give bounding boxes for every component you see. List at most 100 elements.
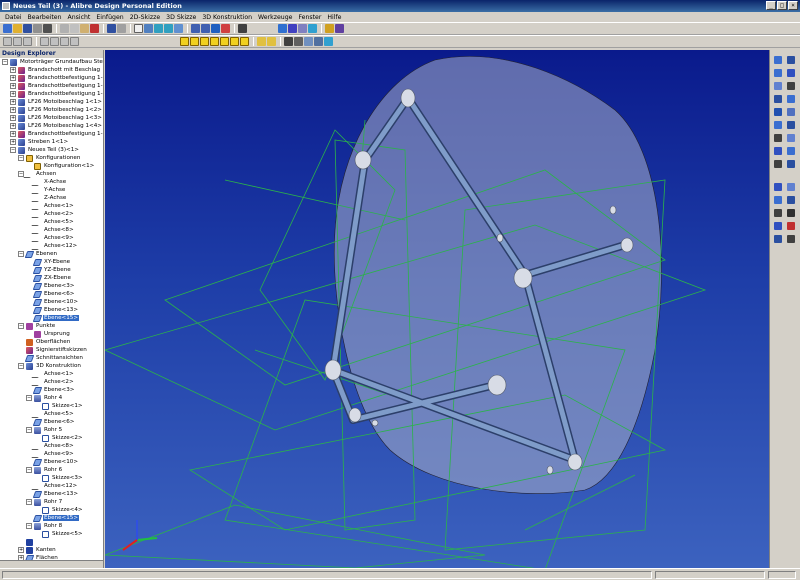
tree-item[interactable]: YZ-Ebene (26, 266, 72, 274)
feature-tool-icon[interactable] (787, 56, 795, 64)
new-icon[interactable] (3, 24, 12, 33)
tree-item[interactable]: Skizze<4> (34, 506, 84, 514)
expand-toggle-icon[interactable]: − (18, 155, 24, 161)
undo-icon[interactable] (107, 24, 116, 33)
tree-item[interactable]: − Rohr 4 (26, 394, 63, 402)
view-mode-icon[interactable] (50, 37, 59, 46)
feature-tool-icon[interactable] (774, 222, 782, 230)
iso-view-icon[interactable] (240, 37, 249, 46)
zoom-window-icon[interactable] (144, 24, 153, 33)
feature-tool-icon[interactable] (787, 108, 795, 116)
tree-item[interactable]: − Konfigurationen (18, 154, 81, 162)
tree-item[interactable]: Konfiguration<1> (26, 162, 95, 170)
tree-item[interactable]: − Rohr 6 (26, 466, 63, 474)
open-icon[interactable] (13, 24, 22, 33)
sketch-icon[interactable] (278, 24, 287, 33)
point-icon[interactable] (298, 24, 307, 33)
tree-item[interactable]: Ebene<15> (26, 314, 80, 322)
menu-datei[interactable]: Datei (2, 14, 25, 21)
3d-viewport[interactable] (105, 50, 769, 568)
feature-tool-icon[interactable] (774, 147, 782, 155)
part-icon[interactable] (3, 37, 12, 46)
expand-toggle-icon[interactable]: − (26, 427, 32, 433)
menu-ansicht[interactable]: Ansicht (65, 14, 94, 21)
check-icon[interactable] (325, 24, 334, 33)
line-icon[interactable] (288, 24, 297, 33)
analyze-icon[interactable] (308, 24, 317, 33)
feature-tool-icon[interactable] (774, 95, 782, 103)
tree-item[interactable] (18, 538, 37, 546)
tree-item[interactable]: XY-Ebene (26, 258, 71, 266)
tree-item[interactable]: Ursprung (26, 330, 71, 338)
next-view-icon[interactable] (201, 24, 210, 33)
tree-item[interactable]: Achse<12> (26, 242, 78, 250)
redo-icon[interactable] (117, 24, 126, 33)
close-button[interactable]: × (788, 1, 798, 10)
expand-toggle-icon[interactable]: − (2, 59, 8, 65)
expand-toggle-icon[interactable]: + (10, 75, 16, 81)
menu-bearbeiten[interactable]: Bearbeiten (25, 14, 65, 21)
expand-toggle-icon[interactable]: − (26, 467, 32, 473)
feature-tool-icon[interactable] (774, 183, 782, 191)
tree-item[interactable]: ZX-Ebene (26, 274, 72, 282)
menu-2d-skizze[interactable]: 2D-Skizze (127, 14, 163, 21)
tree-item[interactable]: Achse<9> (26, 450, 75, 458)
tree-item[interactable]: − Motorträger Grundaufbau Stel (2, 58, 103, 66)
rotate-icon[interactable] (211, 24, 220, 33)
feature-tool-icon[interactable] (774, 209, 782, 217)
hidden-lines-icon[interactable] (294, 37, 303, 46)
tree-item[interactable]: − Achsen (18, 170, 57, 178)
feature-tool-icon[interactable] (787, 196, 795, 204)
feature-tool-icon[interactable] (774, 56, 782, 64)
cut-icon[interactable] (60, 24, 69, 33)
tree-item[interactable]: Oberflächen (18, 338, 71, 346)
zoom-in-icon[interactable] (154, 24, 163, 33)
maximize-button[interactable]: □ (777, 1, 787, 10)
tree-item[interactable]: + LF26 Motoibeschlag 1<3> (10, 114, 103, 122)
tree-item[interactable]: Achse<8> (26, 442, 75, 450)
tree-item[interactable]: Ebene<3> (26, 282, 75, 290)
tree-item[interactable]: Achse<1> (26, 370, 75, 378)
tree-item[interactable]: Ebene<13> (26, 490, 79, 498)
menu-hilfe[interactable]: Hilfe (324, 14, 344, 21)
feature-tool-icon[interactable] (787, 95, 795, 103)
copy-icon[interactable] (70, 24, 79, 33)
model-canvas[interactable] (105, 50, 769, 568)
tree-item[interactable]: Y-Achse (26, 186, 66, 194)
tree-item[interactable]: Ebene<10> (26, 298, 79, 306)
expand-toggle-icon[interactable]: − (26, 395, 32, 401)
horizontal-scrollbar[interactable] (0, 560, 103, 568)
tree-item[interactable]: + Brandschottbefestigung 1- (10, 82, 103, 90)
save-icon[interactable] (23, 24, 32, 33)
tree-item[interactable]: Skizze<1> (34, 402, 84, 410)
feature-tool-icon[interactable] (787, 69, 795, 77)
render-icon[interactable] (238, 24, 247, 33)
feature-tool-icon[interactable] (787, 134, 795, 142)
tree-item[interactable]: + Brandschott mit Beschlag (10, 66, 101, 74)
tree-item[interactable]: Ebene<13> (26, 306, 79, 314)
view-mode-icon[interactable] (40, 37, 49, 46)
tree-item[interactable]: Skizze<3> (34, 474, 84, 482)
tree-item[interactable]: − Rohr 7 (26, 498, 63, 506)
select-icon[interactable] (134, 24, 143, 33)
menu-einfuegen[interactable]: Einfügen (93, 14, 126, 21)
feature-tool-icon[interactable] (787, 183, 795, 191)
feature-tool-icon[interactable] (787, 82, 795, 90)
tree-item[interactable]: + Brandschottbefestigung 1- (10, 130, 103, 138)
bottom-view-icon[interactable] (210, 37, 219, 46)
tree-item[interactable]: Achse<8> (26, 226, 75, 234)
tree-item[interactable]: Achse<2> (26, 378, 75, 386)
tree-item[interactable]: − Punkte (18, 322, 56, 330)
rotate-view-icon[interactable] (267, 37, 276, 46)
transparency-icon[interactable] (324, 37, 333, 46)
paste-icon[interactable] (80, 24, 89, 33)
left-view-icon[interactable] (220, 37, 229, 46)
tree-item[interactable]: + Streben 1<1> (10, 138, 69, 146)
zoom-fit-icon[interactable] (174, 24, 183, 33)
top-view-icon[interactable] (200, 37, 209, 46)
feature-tool-icon[interactable] (774, 69, 782, 77)
tree-item[interactable]: Ebene<6> (26, 418, 75, 426)
expand-toggle-icon[interactable]: − (10, 147, 16, 153)
expand-toggle-icon[interactable]: + (10, 83, 16, 89)
tree-item[interactable]: Signierstiftskizzen (18, 346, 88, 354)
